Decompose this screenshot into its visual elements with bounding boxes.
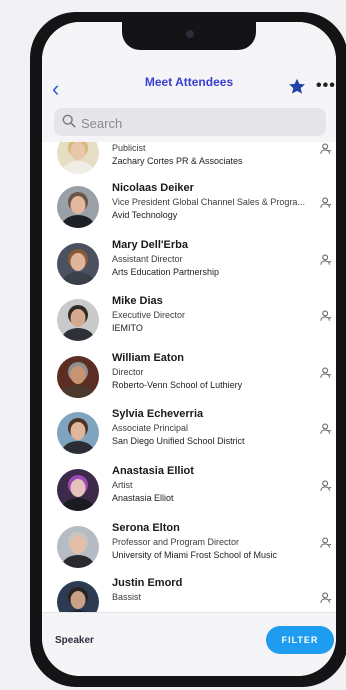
- search-icon: [62, 114, 76, 128]
- add-contact-icon[interactable]: [320, 592, 332, 604]
- attendee-role: Professor and Program Director: [112, 537, 240, 547]
- filter-button[interactable]: FILTER: [266, 626, 334, 654]
- attendee-row[interactable]: Mike Dias Executive Director IEMITO: [42, 292, 336, 348]
- avatar: [57, 526, 99, 568]
- search-bar[interactable]: [54, 108, 326, 136]
- attendee-role: Associate Principal: [112, 423, 189, 433]
- attendee-organization: San Diego Unified School District: [112, 436, 245, 446]
- attendee-row[interactable]: William Eaton Director Roberto-Venn School…: [42, 349, 336, 405]
- camera-icon: [186, 30, 194, 38]
- attendee-role: Artist: [112, 480, 133, 490]
- attendee-name: Nicolaas Deiker: [112, 182, 194, 194]
- phone-frame: ‹ Meet Attendees ••• PublicistZachary Co…: [30, 12, 346, 687]
- attendee-role: Vice President Global Channel Sales & Pr…: [112, 197, 305, 207]
- notch: [122, 22, 256, 50]
- attendee-name: Anastasia Elliot: [112, 465, 194, 477]
- attendee-name: Mary Dell'Erba: [112, 239, 188, 251]
- attendee-role: Director: [112, 367, 144, 377]
- bottom-bar: Speaker FILTER: [42, 612, 336, 676]
- attendee-name: Mike Dias: [112, 295, 163, 307]
- attendee-row[interactable]: Anastasia Elliot Artist Anastasia Elliot: [42, 462, 336, 518]
- avatar: [57, 186, 99, 228]
- avatar: [57, 142, 99, 174]
- add-contact-icon[interactable]: [320, 310, 332, 322]
- avatar: [57, 469, 99, 511]
- attendee-organization: Arts Education Partnership: [112, 267, 220, 277]
- add-contact-icon[interactable]: [320, 480, 332, 492]
- add-contact-icon[interactable]: [320, 423, 332, 435]
- app-screen: ‹ Meet Attendees ••• PublicistZachary Co…: [42, 22, 336, 676]
- attendee-organization: Avid Technology: [112, 210, 178, 220]
- attendee-row[interactable]: Mary Dell'Erba Assistant Director Arts Edu…: [42, 236, 336, 292]
- attendee-row[interactable]: Nicolaas Deiker Vice President Global Cha…: [42, 179, 336, 235]
- avatar: [57, 356, 99, 398]
- avatar: [57, 299, 99, 341]
- attendee-role: Publicist: [112, 143, 146, 153]
- attendee-row[interactable]: Justin Emord Bassist: [42, 574, 336, 612]
- attendee-role: Executive Director: [112, 310, 186, 320]
- attendee-row[interactable]: Publicist Zachary Cortes PR & Associates: [42, 142, 336, 181]
- attendee-organization: Roberto-Venn School of Luthiery: [112, 380, 243, 390]
- avatar: [57, 412, 99, 454]
- attendee-name: Serona Elton: [112, 522, 180, 534]
- search-input[interactable]: [79, 112, 313, 134]
- attendee-organization: IEMITO: [112, 323, 143, 333]
- attendee-name: Justin Emord: [112, 577, 183, 589]
- attendee-name: Sylvia Echeverria: [112, 408, 204, 420]
- avatar: [57, 243, 99, 285]
- attendee-role: Bassist: [112, 592, 142, 602]
- attendee-row[interactable]: Sylvia Echeverria Associate Principal San …: [42, 405, 336, 461]
- star-icon[interactable]: [288, 78, 306, 95]
- attendee-list: Publicist Zachary Cortes PR & Associates N…: [42, 142, 336, 612]
- add-contact-icon[interactable]: [320, 197, 332, 209]
- add-contact-icon[interactable]: [320, 143, 332, 155]
- attendee-row[interactable]: Serona Elton Professor and Program Direct…: [42, 519, 336, 575]
- speaker-label: Speaker: [55, 635, 94, 646]
- avatar: [57, 581, 99, 612]
- attendee-organization: University of Miami Frost School of Musi…: [112, 550, 278, 560]
- attendee-role: Assistant Director: [112, 254, 183, 264]
- add-contact-icon[interactable]: [320, 254, 332, 266]
- attendee-name: William Eaton: [112, 352, 185, 364]
- add-contact-icon[interactable]: [320, 367, 332, 379]
- attendee-organization: Anastasia Elliot: [112, 493, 174, 503]
- add-contact-icon[interactable]: [320, 537, 332, 549]
- attendee-organization: Zachary Cortes PR & Associates: [112, 156, 243, 166]
- more-options-icon[interactable]: •••: [316, 77, 336, 95]
